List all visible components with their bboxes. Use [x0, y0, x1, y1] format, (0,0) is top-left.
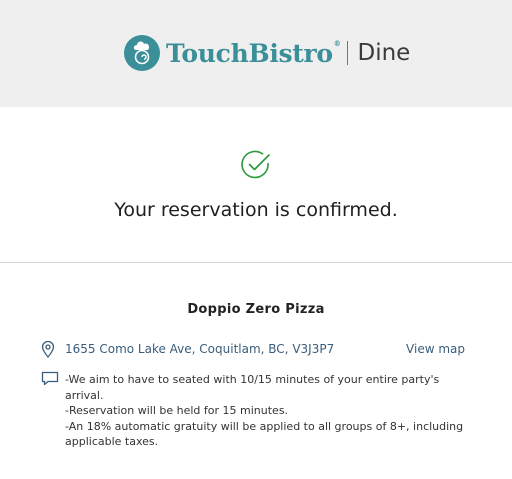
- restaurant-address: 1655 Como Lake Ave, Coquitlam, BC, V3J3P…: [65, 342, 335, 356]
- note-item: -Reservation will be held for 15 minutes…: [65, 404, 289, 417]
- note-item: -An 18% automatic gratuity will be appli…: [65, 419, 464, 449]
- product-name: Dine: [357, 40, 411, 66]
- brand-separator: [347, 41, 349, 65]
- note-item: -We aim to have to seated with 10/15 min…: [65, 373, 440, 402]
- header: TouchBistro® Dine: [0, 0, 512, 107]
- location-pin-icon: [41, 341, 55, 358]
- reservation-notes: -We aim to have to seated with 10/15 min…: [65, 372, 475, 450]
- divider: [0, 262, 512, 263]
- restaurant-name: Doppio Zero Pizza: [187, 302, 325, 317]
- registered-mark: ®: [333, 38, 341, 48]
- chat-bubble-icon: [41, 371, 59, 386]
- confirmation-message: Your reservation is confirmed.: [114, 199, 398, 221]
- view-map-link[interactable]: View map: [406, 342, 465, 356]
- chef-logo-icon: [124, 35, 160, 71]
- brand-name: TouchBistro®: [166, 38, 341, 68]
- check-circle-icon: [241, 150, 270, 179]
- confirmation-section: Your reservation is confirmed.: [0, 107, 512, 262]
- brand-logo[interactable]: TouchBistro® Dine: [124, 34, 410, 72]
